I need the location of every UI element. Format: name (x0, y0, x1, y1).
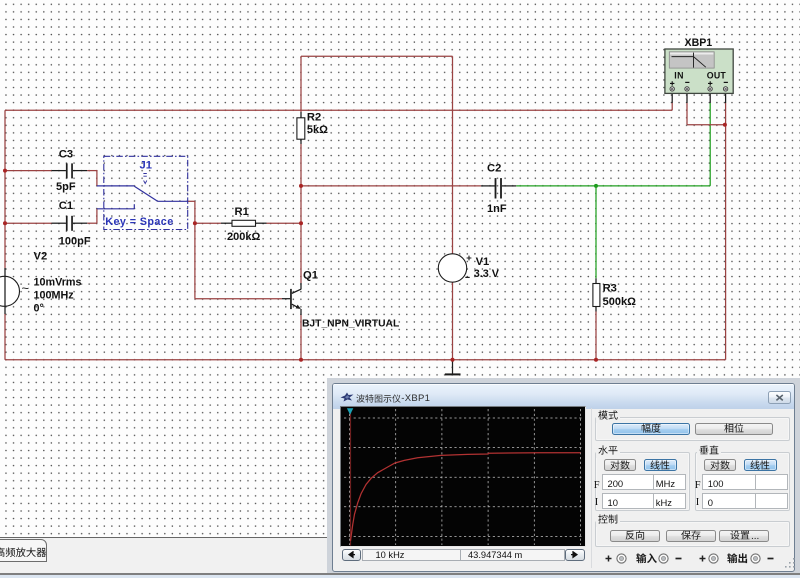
svg-text:10mVrms: 10mVrms (34, 277, 82, 289)
svg-text:R3: R3 (603, 282, 617, 294)
svg-text:5pF: 5pF (56, 181, 76, 193)
svg-text:V1: V1 (476, 256, 490, 268)
svg-text:~: ~ (22, 281, 30, 296)
svg-text:C3: C3 (59, 149, 73, 161)
svg-text:0°: 0° (34, 302, 44, 314)
svg-text:1nF: 1nF (487, 203, 507, 215)
svg-text:IN: IN (674, 71, 684, 81)
svg-text:100pF: 100pF (59, 235, 91, 247)
svg-text:3.3 V: 3.3 V (474, 268, 500, 280)
svg-text:BJT_NPN_VIRTUAL: BJT_NPN_VIRTUAL (302, 319, 399, 330)
svg-text:200kΩ: 200kΩ (227, 231, 260, 243)
svg-text:OUT: OUT (707, 71, 727, 81)
svg-text:500kΩ: 500kΩ (603, 296, 636, 308)
svg-text:R2: R2 (307, 112, 321, 124)
svg-text:Key = Space: Key = Space (105, 216, 173, 228)
svg-text:C2: C2 (487, 162, 501, 174)
svg-text:Q1: Q1 (303, 269, 318, 281)
svg-text:...: ... (751, 531, 759, 542)
svg-text:C1: C1 (59, 200, 73, 212)
svg-text:XBP1: XBP1 (685, 37, 713, 49)
svg-text:J1: J1 (140, 160, 152, 172)
svg-text:R1: R1 (235, 206, 249, 218)
svg-text:V2: V2 (34, 251, 48, 263)
svg-text:100MHz: 100MHz (34, 290, 75, 302)
svg-text:5kΩ: 5kΩ (307, 124, 328, 136)
